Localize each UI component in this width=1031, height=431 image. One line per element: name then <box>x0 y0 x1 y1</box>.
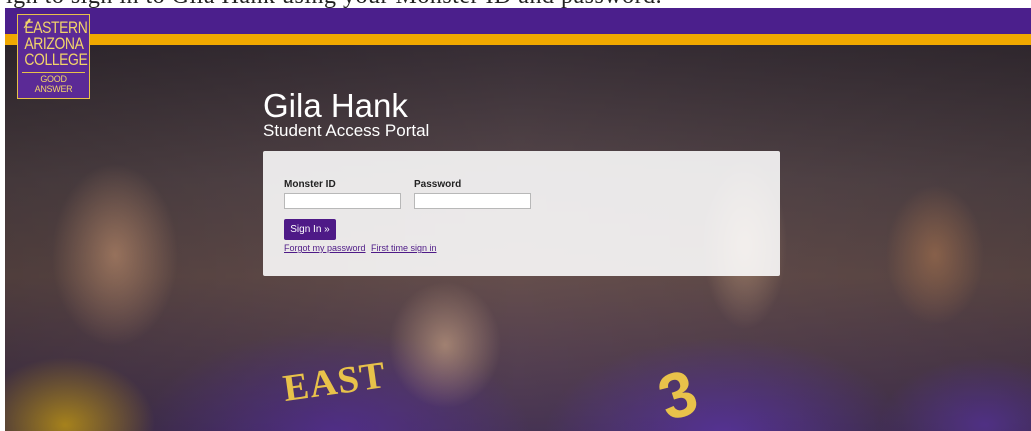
login-panel: Monster ID Password Sign In » Forgot my … <box>263 151 780 276</box>
password-input[interactable] <box>414 193 531 209</box>
header-accent-bar <box>5 34 1031 45</box>
sign-in-button[interactable]: Sign In » <box>284 219 336 240</box>
logo-tagline: GOOD ANSWER <box>22 72 85 94</box>
password-label: Password <box>414 179 462 190</box>
caption-strip: igh to sign in to Gila Hank using your M… <box>0 0 1031 8</box>
portal-title: Gila Hank <box>263 87 408 124</box>
portal-page: EAST 3 EASTERN ARIZONA COLLEGE GOOD ANSW… <box>5 8 1031 431</box>
monster-id-label: Monster ID <box>284 179 336 190</box>
monster-id-input[interactable] <box>284 193 401 209</box>
portal-subtitle: Student Access Portal <box>263 121 430 140</box>
first-time-sign-in-link[interactable]: First time sign in <box>371 243 437 253</box>
logo-line-3: COLLEGE <box>24 50 88 69</box>
caption-text: igh to sign in to Gila Hank using your M… <box>6 0 662 8</box>
forgot-password-link[interactable]: Forgot my password <box>284 243 366 253</box>
header-bar <box>5 8 1031 34</box>
college-logo[interactable]: EASTERN ARIZONA COLLEGE GOOD ANSWER <box>17 14 90 99</box>
